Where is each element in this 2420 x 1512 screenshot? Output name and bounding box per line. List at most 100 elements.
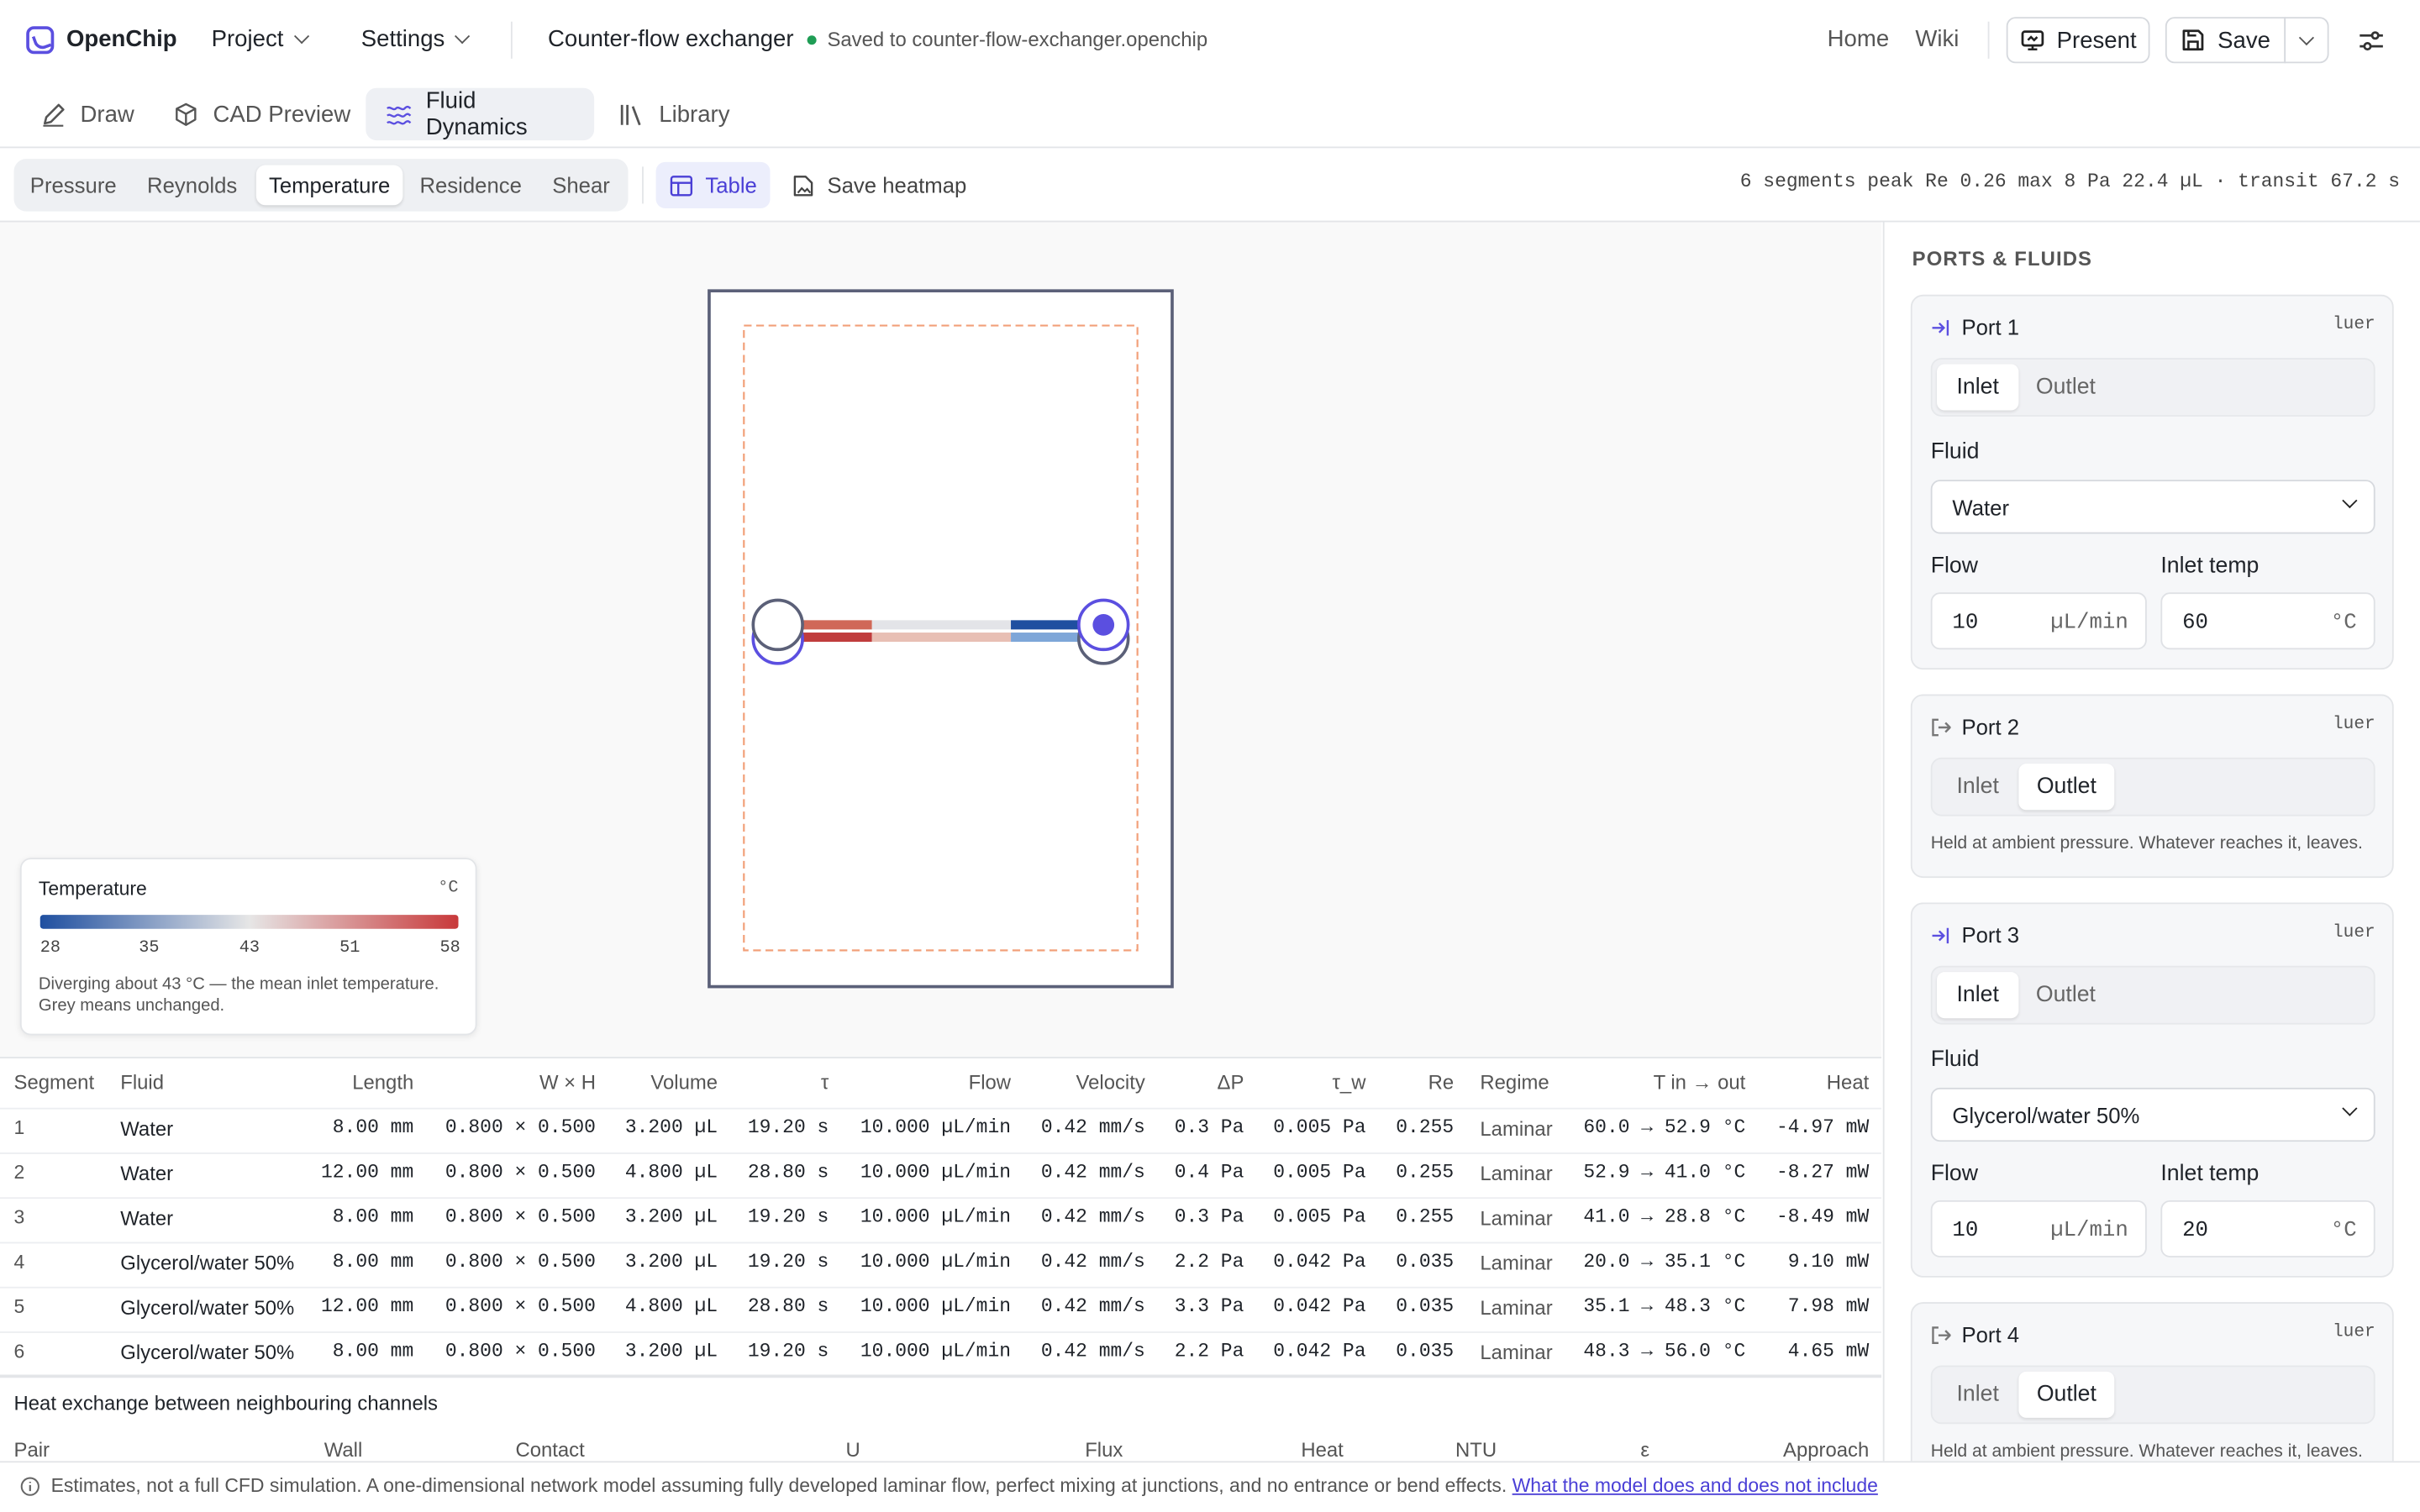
main-tabs: Draw CAD Preview Fluid Dynamics Library xyxy=(0,81,2420,149)
table-toggle-button[interactable]: Table xyxy=(655,161,771,208)
column-header[interactable]: W × H xyxy=(539,1071,596,1095)
column-header[interactable]: Velocity xyxy=(1076,1071,1145,1095)
document-title: Counter-flow exchanger xyxy=(548,26,794,53)
save-options-button[interactable] xyxy=(2284,17,2329,64)
present-label: Present xyxy=(2056,27,2137,54)
divider xyxy=(1987,21,1990,59)
table-cell: 0.42 mm/s xyxy=(1040,1206,1145,1229)
table-cell: 4.800 µL xyxy=(624,1295,718,1318)
column-header[interactable]: Heat xyxy=(1301,1438,1343,1462)
table-cell: 2.2 Pa xyxy=(1174,1251,1244,1273)
wiki-link[interactable]: Wiki xyxy=(1915,26,1959,52)
port-2-marker[interactable] xyxy=(751,598,804,652)
table-cell: 0.255 xyxy=(1396,1206,1455,1229)
inlet-option[interactable]: Inlet xyxy=(1937,764,2018,810)
analysis-toolbar: Pressure Reynolds Temperature Residence … xyxy=(0,148,2420,223)
outlet-option[interactable]: Outlet xyxy=(2018,764,2115,811)
outlet-option[interactable]: Outlet xyxy=(2018,1371,2115,1418)
column-header[interactable]: T in → out xyxy=(1654,1071,1746,1095)
port-name: Port 1 xyxy=(1961,314,2020,340)
settings-menu[interactable]: Settings xyxy=(361,26,471,52)
table-cell: 4 xyxy=(13,1251,25,1273)
column-header[interactable]: Pair xyxy=(14,1438,50,1462)
column-header[interactable]: Approach xyxy=(1783,1438,1869,1462)
temp-unit: °C xyxy=(2330,1218,2357,1244)
column-header[interactable]: Contact xyxy=(515,1438,584,1462)
tab-fluid-dynamics[interactable]: Fluid Dynamics xyxy=(366,87,595,141)
port-connector: luer xyxy=(2332,922,2375,943)
column-header[interactable]: NTU xyxy=(1455,1438,1497,1462)
column-header[interactable]: Regime xyxy=(1480,1071,1549,1095)
flow-value: 10 xyxy=(1952,611,1979,636)
divider xyxy=(642,166,644,204)
table-cell: 8.00 mm xyxy=(332,1341,414,1362)
inlet-temp-input[interactable]: 60 °C xyxy=(2160,592,2375,650)
inlet-temp-input[interactable]: 20 °C xyxy=(2160,1200,2375,1257)
save-button[interactable]: Save xyxy=(2165,17,2286,64)
fluid-label: Fluid xyxy=(1930,439,1980,465)
table-cell: 0.800 × 0.500 xyxy=(445,1162,596,1184)
table-cell: 9.10 mW xyxy=(1787,1251,1870,1273)
column-header[interactable]: Heat xyxy=(1827,1071,1869,1095)
table-cell: 0.800 × 0.500 xyxy=(445,1295,596,1318)
mode-residence[interactable]: Residence xyxy=(408,165,534,206)
flow-input[interactable]: 10 µL/min xyxy=(1930,592,2147,650)
save-heatmap-button[interactable]: Save heatmap xyxy=(778,162,981,208)
column-header[interactable]: Flux xyxy=(1085,1438,1123,1462)
column-header[interactable]: Flow xyxy=(969,1071,1011,1095)
tab-draw[interactable]: Draw xyxy=(20,88,155,140)
inlet-option[interactable]: Inlet xyxy=(1937,1372,2018,1418)
table-cell: 12.00 mm xyxy=(321,1295,414,1318)
column-header[interactable]: U xyxy=(846,1438,860,1462)
port-inlet-icon xyxy=(1932,319,1949,335)
column-header[interactable]: Wall xyxy=(324,1438,363,1462)
column-header[interactable]: ΔP xyxy=(1217,1071,1244,1095)
column-header[interactable]: ε xyxy=(1640,1438,1649,1462)
fluid-select[interactable]: Glycerol/water 50% xyxy=(1930,1087,2375,1142)
present-button[interactable]: Present xyxy=(2006,17,2150,64)
table-cell: 8.00 mm xyxy=(332,1251,414,1273)
table-cell: 19.20 s xyxy=(747,1206,829,1229)
model-details-link[interactable]: What the model does and does not include xyxy=(1512,1475,1878,1497)
port-header: Port 3 xyxy=(1931,922,2019,948)
inlet-option[interactable]: Inlet xyxy=(1937,972,2019,1019)
table-cell: 2.2 Pa xyxy=(1174,1341,1244,1362)
column-header[interactable]: Length xyxy=(352,1071,413,1095)
info-icon xyxy=(20,1477,39,1496)
flow-input[interactable]: 10 µL/min xyxy=(1930,1200,2147,1257)
books-icon xyxy=(620,103,641,125)
column-header[interactable]: Fluid xyxy=(120,1071,164,1095)
table-cell: 0.42 mm/s xyxy=(1040,1251,1145,1273)
sliders-icon[interactable] xyxy=(2358,28,2384,54)
port-card-2: Port 2 luer Inlet Outlet Held at ambient… xyxy=(1910,694,2394,879)
chevron-down-icon xyxy=(2342,492,2358,509)
project-menu[interactable]: Project xyxy=(212,26,309,52)
table-cell: 0.800 × 0.500 xyxy=(445,1206,596,1229)
tab-cad-preview[interactable]: CAD Preview xyxy=(153,88,371,140)
table-cell: 52.9 → 41.0 °C xyxy=(1583,1162,1746,1184)
inlet-option[interactable]: Inlet xyxy=(1937,364,2019,411)
legend-tick: 28 xyxy=(39,939,61,958)
table-cell: 0.035 xyxy=(1396,1251,1455,1273)
mode-reynolds[interactable]: Reynolds xyxy=(133,165,251,206)
column-header[interactable]: τ xyxy=(821,1071,829,1095)
column-header[interactable]: Re xyxy=(1428,1071,1455,1095)
row-divider xyxy=(0,1152,1881,1154)
fluid-select[interactable]: Water xyxy=(1930,480,2375,534)
home-link[interactable]: Home xyxy=(1828,26,1889,52)
outlet-option[interactable]: Outlet xyxy=(2025,364,2107,410)
flow-unit: µL/min xyxy=(2050,1218,2128,1244)
mode-pressure[interactable]: Pressure xyxy=(20,165,127,206)
tab-library[interactable]: Library xyxy=(599,88,750,140)
column-header[interactable]: τ_w xyxy=(1333,1071,1366,1095)
mode-temperature[interactable]: Temperature xyxy=(255,165,403,206)
mode-shear[interactable]: Shear xyxy=(539,165,623,206)
row-divider xyxy=(0,1242,1881,1244)
column-header[interactable]: Volume xyxy=(650,1071,718,1095)
outlet-option[interactable]: Outlet xyxy=(2025,972,2107,1018)
divider xyxy=(0,1374,1881,1378)
table-cell: 10.000 µL/min xyxy=(860,1251,1012,1273)
table-cell: 2 xyxy=(13,1162,25,1184)
column-header[interactable]: Segment xyxy=(14,1071,95,1095)
selected-port-dot xyxy=(1092,614,1115,636)
